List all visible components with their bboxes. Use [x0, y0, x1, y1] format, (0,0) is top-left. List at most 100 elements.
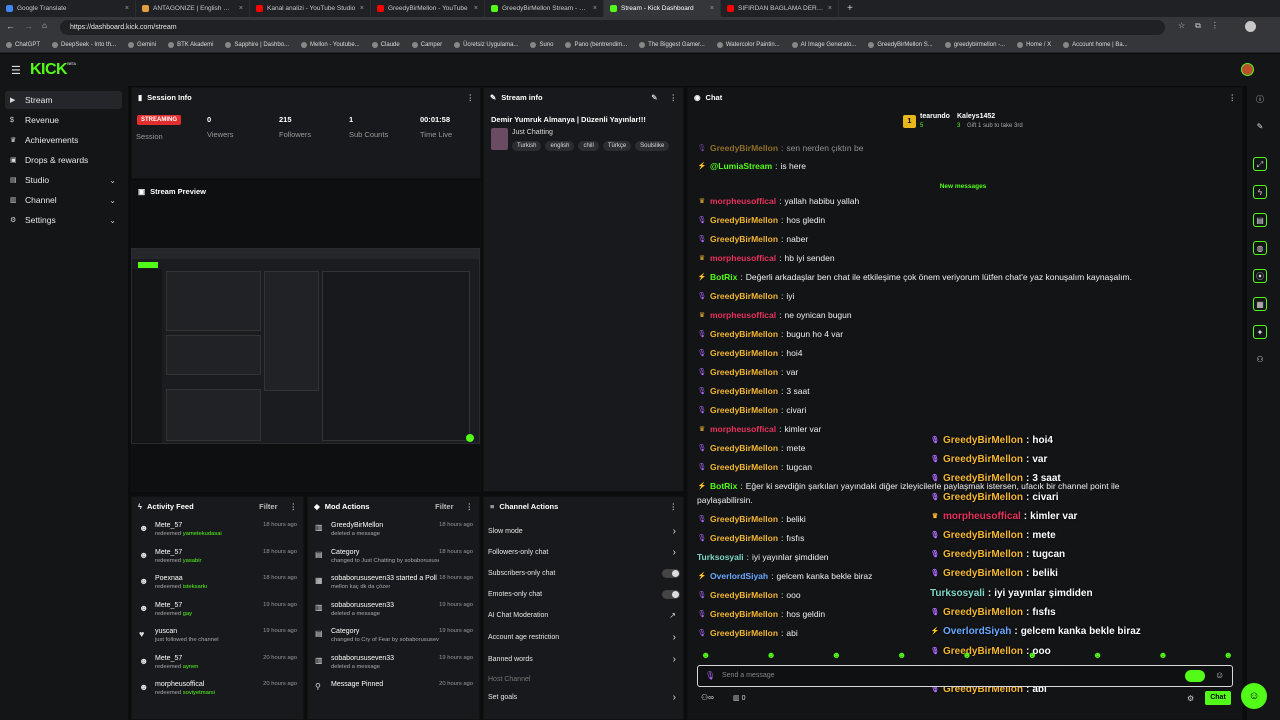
- activity-user[interactable]: yuscan: [155, 628, 219, 635]
- mod-filter-button[interactable]: Filter: [435, 502, 453, 511]
- bookmark-item[interactable]: Claude: [371, 41, 400, 48]
- channel-action-banned-words[interactable]: Banned words ›: [488, 652, 680, 666]
- emote-icon[interactable]: ☻: [1028, 650, 1037, 660]
- bookmark-item[interactable]: Camper: [411, 41, 442, 48]
- bookmark-item[interactable]: Home / X: [1017, 41, 1051, 48]
- chat-username[interactable]: OverlordSiyah: [710, 571, 768, 581]
- chat-message[interactable]: 🎙 GreedyBirMellon: bugun ho 4 var: [697, 327, 844, 341]
- help-chat-bubble-icon[interactable]: ☺: [1241, 683, 1267, 709]
- chat-message[interactable]: ⚡ OverlordSiyah: gelcem kanka bekle biraz: [697, 569, 873, 583]
- chat-message[interactable]: 🎙 GreedyBirMellon: var: [697, 365, 799, 379]
- chat-message[interactable]: 🎙 GreedyBirMellon: sen nerden çıktın be: [697, 141, 864, 155]
- chat-username[interactable]: GreedyBirMellon: [710, 514, 778, 524]
- chat-message[interactable]: 🎙 GreedyBirMellon: hos gledin: [697, 213, 826, 227]
- chat-message[interactable]: 🎙 GreedyBirMellon: fısfıs: [697, 531, 805, 545]
- tool-people-icon[interactable]: ⚇: [1253, 353, 1267, 367]
- stream-tag[interactable]: Turkish: [512, 141, 542, 151]
- activity-user[interactable]: morpheusoffical: [155, 681, 215, 688]
- chat-username[interactable]: @LumiaStream: [710, 161, 772, 171]
- new-messages-divider[interactable]: New messages: [697, 183, 1229, 190]
- toggle-switch[interactable]: [662, 568, 680, 578]
- top-gifter-1-name[interactable]: tearundo: [920, 113, 950, 120]
- tool-document-icon[interactable]: ▤: [1253, 213, 1267, 227]
- stream-preview-video[interactable]: [131, 248, 480, 444]
- chat-username[interactable]: GreedyBirMellon: [710, 533, 778, 543]
- chat-username[interactable]: GreedyBirMellon: [710, 405, 778, 415]
- chat-username[interactable]: GreedyBirMellon: [710, 234, 778, 244]
- smiley-icon[interactable]: ☺: [1215, 670, 1224, 680]
- chat-message[interactable]: 🎙 GreedyBirMellon: civari: [697, 403, 807, 417]
- bookmark-item[interactable]: Ücretsiz Uygulama...: [454, 41, 518, 48]
- home-icon[interactable]: ⌂: [42, 21, 47, 30]
- chat-username[interactable]: GreedyBirMellon: [710, 386, 778, 396]
- bookmark-item[interactable]: AI Image Generato...: [791, 41, 856, 48]
- chat-username[interactable]: BotRix: [710, 272, 737, 282]
- bookmark-item[interactable]: Gemini: [128, 41, 156, 48]
- edit-icon[interactable]: ✎: [1253, 120, 1267, 134]
- chat-message[interactable]: ⚡ BotRix: Değerli arkadaşlar ben chat ile…: [697, 270, 1132, 284]
- new-tab-icon[interactable]: +: [847, 3, 853, 14]
- chat-message[interactable]: 🎙 GreedyBirMellon: hos geldin: [697, 607, 826, 621]
- sidebar-item-revenue[interactable]: $ Revenue: [5, 111, 122, 129]
- gift-prompt[interactable]: Gift 1 sub to take 3rd: [967, 123, 1023, 129]
- activity-menu-icon[interactable]: ⋮: [290, 502, 298, 511]
- channel-action-host-channel[interactable]: Host Channel: [488, 672, 680, 686]
- chat-message[interactable]: ♛ morpheusoffical: hb iyi senden: [697, 251, 835, 265]
- chat-message[interactable]: 🎙 GreedyBirMellon: beliki: [697, 512, 806, 526]
- chat-username[interactable]: GreedyBirMellon: [710, 609, 778, 619]
- sidebar-item-settings[interactable]: ⚙ Settings ⌄: [5, 211, 122, 229]
- sidebar-item-achievements[interactable]: ♛ Achievements: [5, 131, 122, 149]
- bookmark-item[interactable]: Pano (bentrendim...: [565, 41, 627, 48]
- chat-message[interactable]: 🎙 GreedyBirMellon: abi: [697, 626, 798, 640]
- channel-action-slow-mode[interactable]: Slow mode ›: [488, 524, 680, 538]
- bookmark-item[interactable]: Suno: [530, 41, 553, 48]
- chat-message[interactable]: ⚡ @LumiaStream: is here: [697, 159, 806, 173]
- sidebar-item-channel[interactable]: ▥ Channel ⌄: [5, 191, 122, 209]
- tab-close-icon[interactable]: ×: [125, 5, 129, 12]
- chat-username[interactable]: GreedyBirMellon: [710, 215, 778, 225]
- channel-actions-menu-icon[interactable]: ⋮: [670, 502, 678, 511]
- channel-action-ai-chat-moderation[interactable]: AI Chat Moderation ↗: [488, 608, 680, 622]
- tab-close-icon[interactable]: ×: [360, 5, 364, 12]
- chat-message[interactable]: 🎙 GreedyBirMellon: ooo: [697, 588, 801, 602]
- chat-username[interactable]: GreedyBirMellon: [710, 443, 778, 453]
- browser-tab[interactable]: GreedyBirMellon Stream - Watch L ×: [485, 0, 604, 17]
- points-icon[interactable]: ⚇∞: [701, 693, 714, 702]
- menu-dots-icon[interactable]: ⋮: [1211, 21, 1219, 31]
- channel-action-account-age-restriction[interactable]: Account age restriction ›: [488, 630, 680, 644]
- tool-calendar-icon[interactable]: ▦: [1253, 297, 1267, 311]
- bookmark-item[interactable]: BTK Akademi: [168, 41, 213, 48]
- chat-username[interactable]: GreedyBirMellon: [710, 367, 778, 377]
- bookmark-item[interactable]: DeepSeek - Into th...: [52, 41, 116, 48]
- bookmark-item[interactable]: GreedyBirMellon S...: [868, 41, 933, 48]
- bookmark-item[interactable]: ChatGPT: [6, 41, 40, 48]
- tool-expand-icon[interactable]: ⤢: [1253, 157, 1267, 171]
- tab-close-icon[interactable]: ×: [593, 5, 597, 12]
- chat-message[interactable]: 🎙 GreedyBirMellon: 3 saat: [697, 384, 810, 398]
- channel-action-emotes-only-chat[interactable]: Emotes-only chat: [488, 587, 680, 601]
- chat-send-button[interactable]: Chat: [1205, 691, 1231, 705]
- extension-icon[interactable]: ⧉: [1195, 21, 1201, 31]
- emote-icon[interactable]: ☻: [1224, 650, 1233, 660]
- chat-username[interactable]: GreedyBirMellon: [710, 143, 778, 153]
- activity-user[interactable]: Mete_57: [155, 522, 222, 529]
- chat-username[interactable]: morpheusoffical: [710, 424, 776, 434]
- toggle-switch[interactable]: [662, 589, 680, 599]
- activity-user[interactable]: Mete_57: [155, 602, 192, 609]
- chat-username[interactable]: morpheusoffical: [710, 310, 776, 320]
- browser-tab[interactable]: ANTAGONIZE | English meaning - ×: [136, 0, 250, 17]
- chat-username[interactable]: GreedyBirMellon: [710, 462, 778, 472]
- tool-lightning-icon[interactable]: ϟ: [1253, 185, 1267, 199]
- browser-tab[interactable]: Kanal analizi - YouTube Studio ×: [250, 0, 371, 17]
- activity-user[interactable]: Mete_57: [155, 655, 199, 662]
- bookmark-item[interactable]: The Biggest Gamer...: [639, 41, 705, 48]
- emote-icon[interactable]: ☻: [701, 650, 710, 660]
- tab-close-icon[interactable]: ×: [474, 5, 478, 12]
- channel-action-followers-only-chat[interactable]: Followers-only chat ›: [488, 545, 680, 559]
- chat-username[interactable]: GreedyBirMellon: [710, 291, 778, 301]
- hamburger-menu-icon[interactable]: ☰: [11, 64, 21, 77]
- chat-username[interactable]: GreedyBirMellon: [710, 590, 778, 600]
- channel-action-subscribers-only-chat[interactable]: Subscribers-only chat: [488, 566, 680, 580]
- chat-message[interactable]: 🎙 GreedyBirMellon: mete: [697, 441, 806, 455]
- profile-avatar[interactable]: [1245, 21, 1256, 32]
